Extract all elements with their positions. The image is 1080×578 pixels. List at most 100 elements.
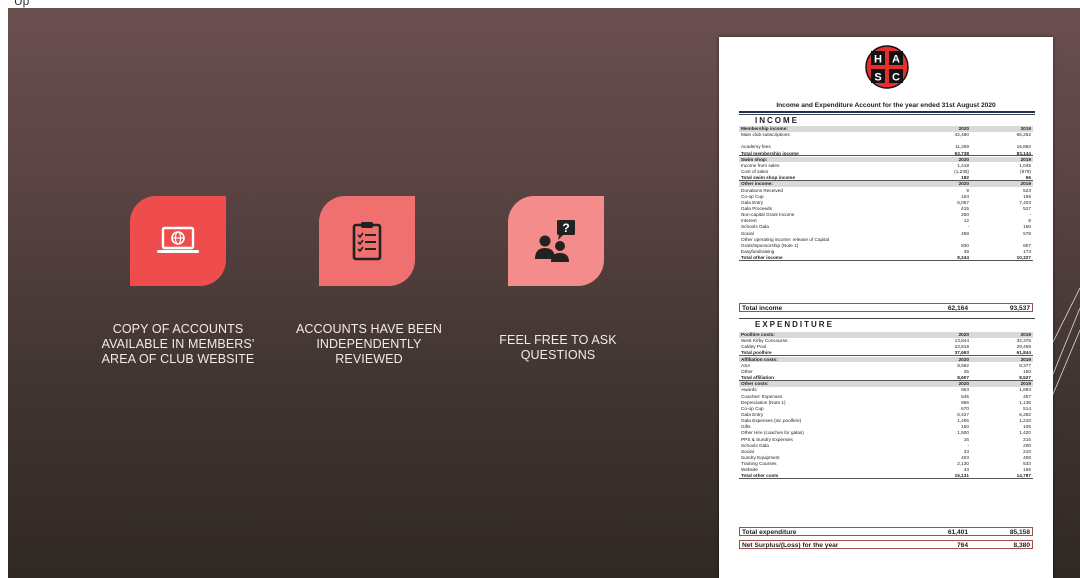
value-2020: 8,582 [957, 362, 969, 368]
value-2019: 200 [1023, 442, 1031, 448]
value-2019: 533 [1023, 461, 1031, 467]
subtotal-row: Total affiliation 8,607 8,527 [739, 375, 1033, 381]
row-label: Grant/Sponsorship (Note 1) [741, 242, 799, 248]
value-2019: 1,420 [1019, 430, 1031, 436]
subtotal-row: Total poolhire 37,663 61,844 [739, 350, 1033, 357]
top-partial-text: Up [14, 0, 30, 8]
value-2019: 159 [1023, 193, 1031, 199]
caption-line: ACCOUNTS HAVE BEEN [295, 322, 443, 336]
value-2019: - [1029, 212, 1031, 218]
row-label: Total income [742, 305, 783, 312]
total-expenditure-row: Total expenditure 61,401 85,158 [739, 527, 1033, 536]
row-label: Total other costs [741, 473, 779, 479]
statement-row [739, 138, 1033, 144]
statement-row: Schools Gala - 150 [739, 224, 1033, 230]
statement-row: Sundry Equipment 403 408 [739, 455, 1033, 461]
row-label: PPS & Sundry Expenses [741, 436, 793, 442]
value-2020: 150 [961, 424, 969, 430]
hasc-logo: H A S C [865, 45, 909, 94]
row-label: Awards [741, 387, 757, 393]
statement-row: Other Hire (coaches for galas) 1,500 1,420 [739, 430, 1033, 436]
value-2020: 42,480 [954, 132, 969, 138]
row-label: Main club subscriptions [741, 132, 790, 138]
statement-row: Website 43 156 [739, 467, 1033, 473]
row-label: Website [741, 467, 758, 473]
value-2019: 7,403 [1019, 199, 1031, 205]
statement-row: ASA 8,582 8,377 [739, 363, 1033, 369]
row-label: Swim shop: [741, 156, 768, 162]
row-label: Total other income [741, 255, 783, 261]
slide: ? COPY OF ACCOUNTS AVAILABLE IN MEMBERS'… [8, 8, 1080, 578]
row-label: Income from sales [741, 162, 780, 168]
value-2019: 14,787 [1016, 473, 1031, 479]
value-2020: 2020 [958, 181, 969, 187]
value-2020: 764 [956, 542, 968, 549]
value-2019: 2019 [1020, 126, 1031, 131]
value-2020: 13,844 [954, 338, 969, 344]
statement-row: Caldey Pool 23,819 29,469 [739, 344, 1033, 350]
rule [739, 318, 1035, 319]
value-2019: 6,282 [1019, 411, 1031, 417]
value-2020: 33 [963, 448, 969, 454]
value-2019: 2019 [1020, 181, 1031, 187]
row-label: Total affiliation [741, 375, 774, 381]
row-label: ASA [741, 362, 751, 368]
caption-line: COPY OF ACCOUNTS [112, 322, 244, 336]
value-2019: 408 [1023, 455, 1031, 460]
row-label: Poolhire costs: [741, 332, 775, 337]
row-label: Gala Entry [741, 199, 764, 205]
row-label: Social [741, 230, 754, 236]
row-label: Schools Gala [741, 442, 769, 448]
value-2020: 830 [961, 242, 969, 248]
value-2019: 807 [1023, 242, 1031, 248]
value-2019: 173 [1023, 249, 1031, 254]
value-2020: - [967, 224, 969, 230]
value-2019: 8,527 [1019, 375, 1031, 381]
value-2020: 1,406 [957, 418, 969, 424]
row-label: Co-op Cup [741, 193, 764, 199]
statement-row: Non-capital Grant Income 250 - [739, 212, 1033, 218]
statement-row: West Kirby Concourse 13,844 32,375 [739, 338, 1033, 344]
statement-row: Coaches' Expenses 545 457 [739, 394, 1033, 400]
tile-ask-questions: ? [508, 196, 604, 286]
caption-line: FEEL FREE TO ASK [499, 333, 617, 347]
svg-text:C: C [892, 72, 900, 84]
value-2020: 8,244 [957, 255, 969, 261]
value-2019: 523 [1023, 187, 1031, 193]
row-label: Easyfundraising [741, 249, 775, 254]
value-2020: 2,130 [957, 461, 969, 467]
value-2020: 670 [961, 405, 969, 411]
value-2019: 61,844 [1016, 350, 1031, 356]
statement-row: Co-op Cup 163 159 [739, 194, 1033, 200]
statement-row: Other operating income: release of Capit… [739, 237, 1033, 243]
row-label: Membership income: [741, 126, 788, 131]
row-label: Total swim shop income [741, 175, 796, 181]
row-label: Other costs: [741, 381, 769, 387]
value-2019: 210 [1023, 448, 1031, 454]
value-2019: 66 [1025, 175, 1031, 181]
value-2020: 16 [963, 436, 969, 442]
statement-row: Grant/Sponsorship (Note 1) 830 807 [739, 243, 1033, 249]
row-label: Gala Expenses (inc poolhire) [741, 418, 802, 424]
value-2019: 29,469 [1016, 344, 1031, 350]
statement-row: Training Courses 2,130 533 [739, 461, 1033, 467]
section-header-row: Swim shop: 2020 2019 [739, 156, 1033, 163]
statement-row: Academy fees 11,259 16,882 [739, 144, 1033, 150]
value-2019: (979) [1020, 169, 1031, 175]
value-2020: 250 [961, 212, 969, 218]
tile-accounts-website [130, 196, 226, 286]
statement-row: Main club subscriptions 42,480 66,262 [739, 132, 1033, 138]
statement-row: Awards 953 1,893 [739, 387, 1033, 393]
value-2019: 8 [1028, 218, 1031, 224]
value-2020: 6,427 [957, 411, 969, 417]
value-2019: 1,045 [1019, 162, 1031, 168]
statement-row: Gifts 150 105 [739, 424, 1033, 430]
row-label: Net Surplus/(Loss) for the year [742, 542, 839, 549]
caption-line: AREA OF CLUB WEBSITE [101, 352, 255, 366]
caption-line: INDEPENDENTLY [316, 337, 422, 351]
row-label: Other Hire (coaches for galas) [741, 430, 804, 436]
laptop-globe-icon [156, 225, 200, 257]
row-label: Academy fees [741, 144, 771, 150]
value-2019: 457 [1023, 393, 1031, 399]
row-label: Interest [741, 218, 757, 224]
